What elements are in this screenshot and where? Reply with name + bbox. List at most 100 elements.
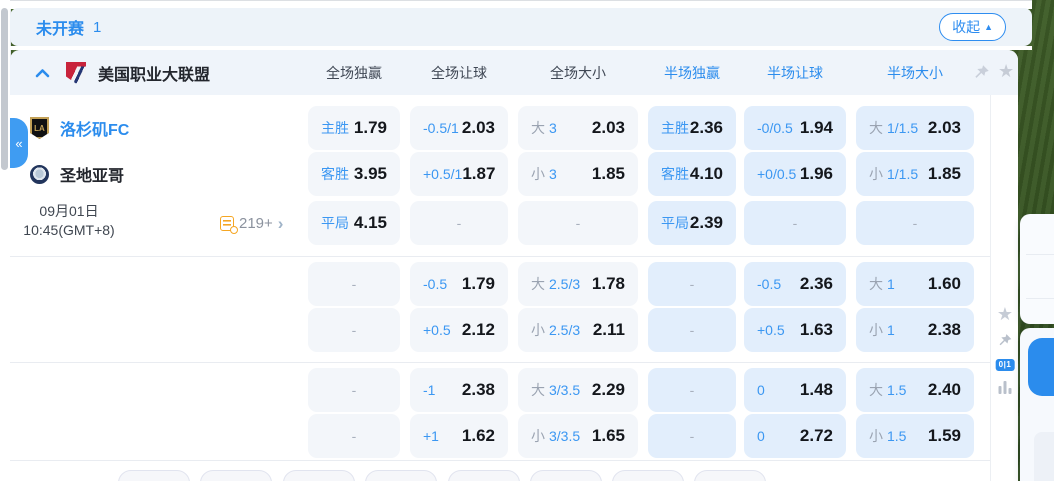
sidebar-collapse-tab[interactable]: « <box>10 118 28 168</box>
odds-cell: - <box>308 414 400 458</box>
market-tab-pill[interactable] <box>283 470 355 481</box>
odds-cell[interactable]: 大1.52.40 <box>856 368 974 412</box>
line-value: +0/0.5 <box>757 166 796 182</box>
market-tab-pill[interactable] <box>448 470 520 481</box>
line-value: 1 <box>887 322 895 338</box>
odds-cell[interactable]: 02.72 <box>744 414 846 458</box>
column-header-ht-handicap: 半场让球 <box>767 63 823 83</box>
away-team-name[interactable]: 圣地亚哥 <box>60 162 124 186</box>
odds-line-label: +0.5/1 <box>423 166 462 182</box>
odds-cell[interactable]: -0.5/12.03 <box>410 106 508 150</box>
odds-line-label: -0.5/1 <box>423 120 459 136</box>
line-value: 3/3.5 <box>549 428 580 444</box>
odds-cell[interactable]: 大3/3.52.29 <box>518 368 638 412</box>
odds-cell[interactable]: 客胜4.10 <box>648 152 736 196</box>
odds-cell[interactable]: 大2.5/31.78 <box>518 262 638 306</box>
block-divider <box>10 362 990 363</box>
odds-line-label: 小1.5 <box>869 426 906 446</box>
odds-cell[interactable]: -0.52.36 <box>744 262 846 306</box>
line-value: +1 <box>423 428 439 444</box>
over-under-prefix: 小 <box>531 426 545 446</box>
odds-line-label: -0.5 <box>757 276 781 292</box>
odds-value: 2.38 <box>928 320 961 340</box>
odds-cell[interactable]: 小31.85 <box>518 152 638 196</box>
odds-cell[interactable]: 01.48 <box>744 368 846 412</box>
odds-cell: - <box>648 308 736 352</box>
star-icon[interactable]: ★ <box>998 62 1014 80</box>
odds-cell[interactable]: -0/0.51.94 <box>744 106 846 150</box>
market-tab-pill[interactable] <box>612 470 684 481</box>
odds-cell[interactable]: +0/0.51.96 <box>744 152 846 196</box>
chevron-up-icon[interactable] <box>35 68 50 78</box>
over-under-prefix: 大 <box>531 380 545 400</box>
empty-odds: - <box>793 215 798 231</box>
line-value: 1/1.5 <box>887 120 918 136</box>
market-tab-pill[interactable] <box>365 470 437 481</box>
card-divider <box>1026 254 1054 255</box>
line-value: -0/0.5 <box>757 120 793 136</box>
right-card-inset <box>1034 432 1054 481</box>
odds-line-label: -0/0.5 <box>757 120 793 136</box>
collapse-button[interactable]: 收起 ▲ <box>939 13 1006 41</box>
more-markets-link[interactable]: 219+ › <box>220 201 283 245</box>
odds-value: 3.95 <box>354 164 387 184</box>
odds-cell[interactable]: -0.51.79 <box>410 262 508 306</box>
odds-cell[interactable]: 平局2.39 <box>648 201 736 245</box>
empty-odds: - <box>576 215 581 231</box>
over-under-prefix: 小 <box>869 320 883 340</box>
column-header-ft-overunder: 全场大小 <box>550 63 606 83</box>
odds-cell[interactable]: +0.51.63 <box>744 308 846 352</box>
odds-line-label: 平局 <box>661 213 689 233</box>
line-value: +0.5/1 <box>423 166 462 182</box>
line-value: -0.5 <box>757 276 781 292</box>
line-value: 2.5/3 <box>549 322 580 338</box>
markets-count-icon <box>220 216 234 231</box>
odds-cell[interactable]: 大32.03 <box>518 106 638 150</box>
home-team-logo: LA <box>30 117 49 139</box>
block-divider <box>10 256 990 257</box>
quick-action-button[interactable] <box>1028 338 1054 396</box>
stats-icon[interactable] <box>999 381 1012 394</box>
home-team-name[interactable]: 洛杉矶FC <box>60 116 129 140</box>
odds-cell[interactable]: 主胜2.36 <box>648 106 736 150</box>
corner-score-icon[interactable]: 0|1 <box>996 359 1015 371</box>
favorite-star-icon[interactable]: ★ <box>997 305 1013 323</box>
odds-cell[interactable]: +0.52.12 <box>410 308 508 352</box>
pin-icon[interactable] <box>973 64 990 81</box>
odds-cell[interactable]: 小1/1.51.85 <box>856 152 974 196</box>
line-value: 2.5/3 <box>549 276 580 292</box>
odds-cell[interactable]: +11.62 <box>410 414 508 458</box>
odds-cell[interactable]: 大1/1.52.03 <box>856 106 974 150</box>
odds-line-label: +0.5 <box>423 322 451 338</box>
market-tab-pill[interactable] <box>118 470 190 481</box>
pin-icon[interactable] <box>998 333 1013 348</box>
odds-cell[interactable]: 客胜3.95 <box>308 152 400 196</box>
market-tab-pill[interactable] <box>694 470 766 481</box>
odds-cell[interactable]: 小1 2.38 <box>856 308 974 352</box>
market-tab-pill[interactable] <box>200 470 272 481</box>
triangle-up-icon: ▲ <box>984 23 993 32</box>
odds-cell[interactable]: 平局4.15 <box>308 201 400 245</box>
odds-cell[interactable]: -12.38 <box>410 368 508 412</box>
odds-cell[interactable]: 主胜1.79 <box>308 106 400 150</box>
odds-line-label: 大1 <box>869 274 895 294</box>
match-date: 09月01日 <box>10 202 128 221</box>
column-header-ht-overunder: 半场大小 <box>887 63 943 83</box>
odds-cell[interactable]: 小3/3.51.65 <box>518 414 638 458</box>
odds-cell[interactable]: 大11.60 <box>856 262 974 306</box>
odds-line-label: 0 <box>757 382 765 398</box>
league-panel: 美国职业大联盟 全场独赢 全场让球 全场大小 半场独赢 半场让球 半场大小 ★ … <box>10 50 1018 481</box>
odds-cell: - <box>308 368 400 412</box>
odds-cell[interactable]: 小1.51.59 <box>856 414 974 458</box>
empty-odds: - <box>457 215 462 231</box>
market-tab-pill[interactable] <box>530 470 602 481</box>
odds-cell[interactable]: +0.5/11.87 <box>410 152 508 196</box>
line-value: 0 <box>757 428 765 444</box>
scrollbar-thumb[interactable] <box>1 8 8 170</box>
odds-cell: - <box>308 308 400 352</box>
odds-cell[interactable]: 小2.5/32.11 <box>518 308 638 352</box>
odds-value: 2.38 <box>462 380 495 400</box>
line-value: 3 <box>549 166 557 182</box>
odds-value: 1.87 <box>462 164 495 184</box>
markets-count: 219+ <box>239 215 273 232</box>
